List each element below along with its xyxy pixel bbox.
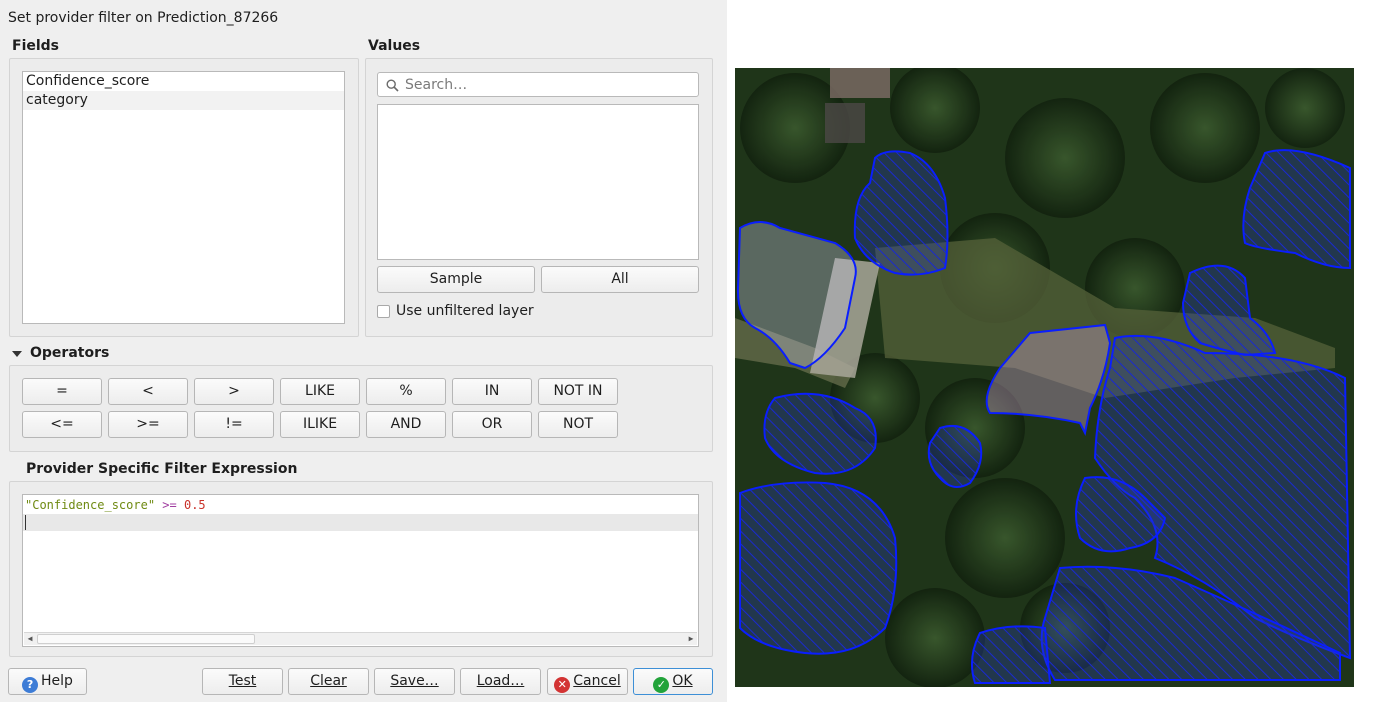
operators-label: Operators xyxy=(30,345,110,361)
current-line-highlight xyxy=(23,514,698,531)
scroll-left-icon[interactable]: ◀ xyxy=(24,633,36,645)
horizontal-scrollbar[interactable]: ◀ ▶ xyxy=(24,632,697,645)
field-item-category[interactable]: category xyxy=(23,91,344,110)
values-label: Values xyxy=(368,38,421,54)
map-canvas[interactable] xyxy=(735,68,1354,687)
op-not-equal-button[interactable]: != xyxy=(194,411,274,438)
expr-operator-token: >= xyxy=(162,498,177,512)
house-roof xyxy=(825,103,865,143)
test-button[interactable]: Test xyxy=(202,668,283,695)
roof-structure xyxy=(830,68,890,98)
expression-editor[interactable]: "Confidence_score" >= 0.5 ◀ ▶ xyxy=(22,494,699,647)
search-icon xyxy=(386,79,399,92)
text-caret xyxy=(25,515,26,530)
scrollbar-thumb[interactable] xyxy=(37,634,255,644)
op-equals-button[interactable]: = xyxy=(22,378,102,405)
op-percent-button[interactable]: % xyxy=(366,378,446,405)
op-in-button[interactable]: IN xyxy=(452,378,532,405)
op-greater-equal-button[interactable]: >= xyxy=(108,411,188,438)
test-label: Test xyxy=(228,673,257,689)
ok-label: OK xyxy=(672,673,693,689)
op-less-equal-button[interactable]: <= xyxy=(22,411,102,438)
search-placeholder: Search… xyxy=(405,77,468,93)
use-unfiltered-label: Use unfiltered layer xyxy=(396,303,534,319)
expression-line: "Confidence_score" >= 0.5 xyxy=(25,497,206,514)
help-label: Help xyxy=(41,673,73,689)
op-like-button[interactable]: LIKE xyxy=(280,378,360,405)
cancel-button[interactable]: ✕ Cancel xyxy=(547,668,628,695)
cancel-label: Cancel xyxy=(573,673,621,689)
op-less-than-button[interactable]: < xyxy=(108,378,188,405)
fields-label: Fields xyxy=(12,38,60,54)
help-icon: ? xyxy=(22,677,39,693)
op-not-button[interactable]: NOT xyxy=(538,411,618,438)
load-label: Load… xyxy=(476,673,525,689)
op-greater-than-button[interactable]: > xyxy=(194,378,274,405)
values-search-input[interactable]: Search… xyxy=(377,72,699,97)
save-label: Save… xyxy=(390,673,439,689)
scroll-right-icon[interactable]: ▶ xyxy=(685,633,697,645)
save-button[interactable]: Save… xyxy=(374,668,455,695)
ok-button[interactable]: ✓ OK xyxy=(633,668,713,695)
use-unfiltered-checkbox[interactable] xyxy=(377,305,390,318)
field-item-confidence-score[interactable]: Confidence_score xyxy=(23,72,344,91)
collapse-arrow-icon[interactable] xyxy=(11,349,23,359)
all-button[interactable]: All xyxy=(541,266,699,293)
op-not-in-button[interactable]: NOT IN xyxy=(538,378,618,405)
expr-field-token: "Confidence_score" xyxy=(25,498,156,512)
help-button[interactable]: ? Help xyxy=(8,668,87,695)
sample-button[interactable]: Sample xyxy=(377,266,535,293)
clear-label: Clear xyxy=(310,673,347,689)
expression-label: Provider Specific Filter Expression xyxy=(26,461,298,477)
op-and-button[interactable]: AND xyxy=(366,411,446,438)
values-list[interactable] xyxy=(377,104,699,260)
fields-list[interactable]: Confidence_score category xyxy=(22,71,345,324)
filter-dialog: Set provider filter on Prediction_87266 … xyxy=(0,0,727,702)
op-ilike-button[interactable]: ILIKE xyxy=(280,411,360,438)
load-button[interactable]: Load… xyxy=(460,668,541,695)
dialog-title: Set provider filter on Prediction_87266 xyxy=(8,10,279,26)
op-or-button[interactable]: OR xyxy=(452,411,532,438)
expr-number-token: 0.5 xyxy=(183,498,206,512)
cancel-icon: ✕ xyxy=(554,677,571,693)
ok-check-icon: ✓ xyxy=(653,677,670,693)
clear-button[interactable]: Clear xyxy=(288,668,369,695)
